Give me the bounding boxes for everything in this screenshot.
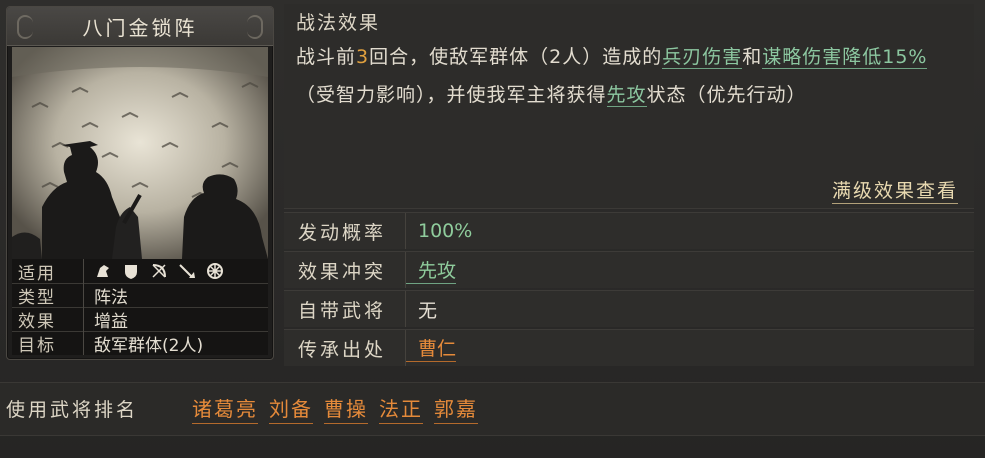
ranking-general-1[interactable]: 诸葛亮 [192,393,258,424]
ranking-general-2[interactable]: 刘备 [269,393,313,424]
applicable-troop-icons [84,262,224,280]
ranking-label: 使用武将排名 [6,399,139,421]
attr-key: 目标 [12,331,84,356]
prop-value-effect-conflict[interactable]: 先攻 [406,256,457,284]
ranking-general-5[interactable]: 郭嘉 [434,393,478,424]
title-ornament-left-icon [17,15,33,39]
attr-key: 适用 [12,259,84,284]
tactic-attributes: 适用 类型 阵法 效果 增益 目标 敌军群体(2人) [12,259,268,356]
tactic-card: 八门金锁阵 适用 类型 阵法 效果 增益 目标 敌军群体(2人) [6,6,274,360]
effect-title: 战法效果 [296,12,381,34]
effect-description: 战斗前3回合，使敌军群体（2人）造成的兵刃伤害和谋略伤害降低15% （受智力影响）… [296,38,964,114]
tactic-artwork [12,47,268,259]
effect-text: 回合，使敌军群体（2人）造成的 [369,46,663,68]
effect-rounds-number: 3 [356,46,370,68]
attr-value: 增益 [94,311,128,332]
attr-row-type: 类型 阵法 [12,283,268,308]
keyword-first-strike[interactable]: 先攻 [606,84,647,107]
prop-row-effect-conflict: 效果冲突 先攻 [284,251,974,288]
spear-icon [178,262,196,280]
effect-text: 状态（优先行动） [646,84,807,106]
prop-row-trigger-rate: 发动概率 100% [284,212,974,249]
wheel-icon [206,262,224,280]
effect-text: 和 [742,46,763,68]
tactic-card-title: 八门金锁阵 [7,7,273,46]
prop-row-innate-general: 自带武将 无 [284,290,974,327]
general-usage-ranking: 使用武将排名 诸葛亮 刘备 曹操 法正 郭嘉 [0,382,985,436]
tactic-detail-screen: 八门金锁阵 适用 类型 阵法 效果 增益 目标 敌军群体(2人) 战法效果 战斗… [0,0,985,458]
attr-value: 敌军群体(2人) [94,335,204,356]
attr-row-effect: 效果 增益 [12,307,268,332]
prop-row-inherit-source: 传承出处 曹仁 [284,329,974,366]
tactic-name: 八门金锁阵 [82,15,198,40]
attr-row-target: 目标 敌军群体(2人) [12,331,268,356]
prop-value-inherit-source[interactable]: 曹仁 [406,334,457,362]
effect-text: （受智力影响），并使我军主将获得 [296,84,607,106]
shield-icon [122,262,140,280]
prop-key: 效果冲突 [284,252,406,288]
prop-key: 发动概率 [284,213,406,249]
title-ornament-right-icon [247,15,263,39]
effect-percent: 15% [882,46,928,69]
ranking-names: 诸葛亮 刘备 曹操 法正 郭嘉 [192,393,478,424]
cavalry-icon [94,262,112,280]
ranking-general-4[interactable]: 法正 [379,393,423,424]
effect-panel: 战法效果 战斗前3回合，使敌军群体（2人）造成的兵刃伤害和谋略伤害降低15% （受… [284,4,974,209]
attr-key: 类型 [12,283,84,308]
attr-row-applicable: 适用 [12,259,268,284]
prop-key: 传承出处 [284,330,406,366]
prop-value-innate-general: 无 [418,299,438,322]
prop-value-trigger-rate: 100% [418,220,473,242]
attr-key: 效果 [12,307,84,332]
keyword-weapon-damage[interactable]: 兵刃伤害 [662,46,743,69]
keyword-strategy-damage-reduction[interactable]: 谋略伤害降低 [762,46,883,69]
prop-key: 自带武将 [284,291,406,327]
bow-icon [150,262,168,280]
ranking-general-3[interactable]: 曹操 [324,393,368,424]
effect-text: 战斗前 [296,46,357,68]
full-level-effect-link[interactable]: 满级效果查看 [831,176,958,204]
attr-value: 阵法 [94,287,128,308]
